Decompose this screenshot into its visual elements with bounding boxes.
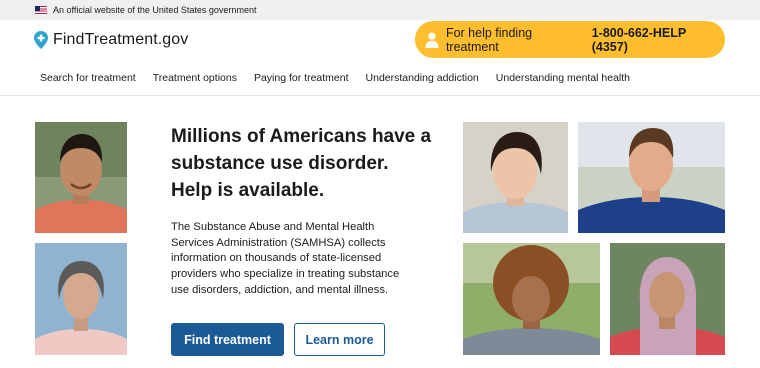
main-nav: Search for treatment Treatment options P… bbox=[40, 72, 647, 84]
gov-banner-text: An official website of the United States… bbox=[53, 5, 257, 15]
help-text: For help finding treatment bbox=[445, 25, 533, 54]
help-phone-number[interactable]: 1-800-662-HELP (4357) bbox=[592, 26, 725, 54]
person-icon bbox=[425, 32, 439, 48]
hero-description-line: information on thousands of state-licens… bbox=[171, 252, 382, 265]
learn-more-button[interactable]: Learn more bbox=[294, 323, 385, 356]
hero-description-line: Services Administration (SAMHSA) collect… bbox=[171, 236, 386, 249]
find-treatment-button[interactable]: Find treatment bbox=[171, 323, 284, 356]
hero-description: The Substance Abuse and Mental Health Se… bbox=[171, 220, 421, 299]
portrait-young-woman bbox=[463, 122, 568, 233]
hero-headline-line: Help is available. bbox=[171, 180, 325, 201]
portrait-woman-braids bbox=[610, 243, 725, 355]
nav-item-search-for-treatment[interactable]: Search for treatment bbox=[40, 72, 136, 84]
hero-headline-line: Millions of Americans have a bbox=[171, 126, 432, 147]
hero-headline: Millions of Americans have a substance u… bbox=[171, 123, 441, 204]
nav-item-paying-for-treatment[interactable]: Paying for treatment bbox=[254, 72, 349, 84]
portrait-young-man bbox=[578, 122, 725, 233]
portrait-woman-curly-hair bbox=[463, 243, 600, 355]
site-logo[interactable]: FindTreatment.gov bbox=[34, 31, 188, 49]
portrait-man-smiling bbox=[35, 122, 127, 233]
nav-item-treatment-options[interactable]: Treatment options bbox=[153, 72, 237, 84]
hero-description-line: use disorders, addiction, and mental ill… bbox=[171, 283, 389, 296]
map-pin-icon bbox=[34, 31, 48, 49]
nav-item-understanding-addiction[interactable]: Understanding addiction bbox=[366, 72, 479, 84]
gov-banner: An official website of the United States… bbox=[0, 0, 760, 20]
help-phone-button[interactable]: For help finding treatment 1-800-662-HEL… bbox=[415, 21, 725, 58]
us-flag-icon bbox=[35, 6, 47, 14]
nav-item-understanding-mental-health[interactable]: Understanding mental health bbox=[496, 72, 630, 84]
logo-text: FindTreatment.gov bbox=[53, 31, 189, 48]
hero-description-line: The Substance Abuse and Mental Health bbox=[171, 221, 375, 233]
hero-headline-line: substance use disorder. bbox=[171, 153, 389, 174]
nav-divider bbox=[0, 95, 760, 96]
hero-description-line: providers who specialize in treating sub… bbox=[171, 268, 400, 281]
portrait-older-woman bbox=[35, 243, 127, 355]
